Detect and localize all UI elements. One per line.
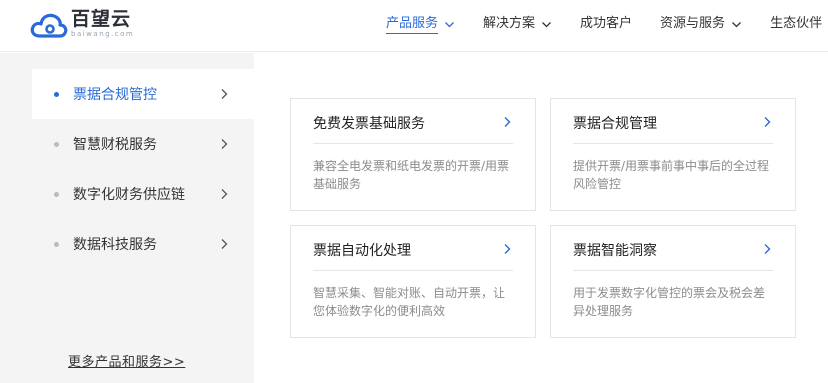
- nav-resources[interactable]: 资源与服务: [660, 15, 742, 33]
- bullet-dot: [54, 241, 59, 247]
- cloud-logo-icon: [30, 13, 68, 38]
- top-header: 百望云 baiwang.com 产品服务 解决方案 成功客户 资源与服务 生态伙…: [0, 0, 828, 52]
- product-cards-panel: 免费发票基础服务 兼容全电发票和纸电发票的开票/用票基础服务 票据合规管理 提供…: [254, 53, 828, 383]
- chevron-right-icon: [221, 139, 228, 149]
- sidebar-item-label: 数据科技服务: [73, 237, 157, 253]
- sidebar-item-finance-tax[interactable]: 智慧财税服务: [32, 119, 254, 169]
- product-card-insight[interactable]: 票据智能洞察 用于发票数字化管控的票会及税会差异处理服务: [550, 225, 796, 338]
- sidebar-item-compliance[interactable]: 票据合规管控: [32, 69, 254, 119]
- card-divider: [313, 270, 513, 271]
- sidebar-item-label: 智慧财税服务: [73, 137, 157, 153]
- more-products-link[interactable]: 更多产品和服务>>: [68, 351, 185, 370]
- card-divider: [313, 143, 513, 144]
- sidebar-item-label: 票据合规管控: [73, 87, 157, 103]
- chevron-down-icon: [542, 21, 551, 27]
- chevron-right-icon: [221, 189, 228, 199]
- brand-domain: baiwang.com: [71, 30, 135, 38]
- nav-products-label: 产品服务: [386, 15, 439, 34]
- sidebar-item-supply-chain[interactable]: 数字化财务供应链: [32, 169, 254, 219]
- nav-resources-label: 资源与服务: [660, 16, 726, 31]
- product-card-free-invoice[interactable]: 免费发票基础服务 兼容全电发票和纸电发票的开票/用票基础服务: [290, 98, 536, 211]
- chevron-right-icon: [764, 244, 771, 254]
- chevron-right-icon: [504, 117, 511, 127]
- card-divider: [573, 270, 773, 271]
- chevron-down-icon: [732, 21, 742, 27]
- sidebar-item-data-tech[interactable]: 数据科技服务: [32, 219, 254, 269]
- nav-customers-label: 成功客户: [580, 16, 633, 31]
- card-title: 票据自动化处理: [313, 243, 411, 259]
- card-description: 用于发票数字化管控的票会及税会差异处理服务: [573, 286, 766, 318]
- chevron-down-icon: [445, 21, 454, 27]
- card-title: 票据智能洞察: [573, 243, 657, 259]
- product-category-sidebar: 票据合规管控 智慧财税服务 数字化财务供应链 数据科技服务 更多产品和服务>>: [0, 53, 254, 383]
- chevron-right-icon: [221, 239, 228, 249]
- nav-customers[interactable]: 成功客户: [580, 15, 632, 33]
- product-card-compliance-mgmt[interactable]: 票据合规管理 提供开票/用票事前事中事后的全过程风险管控: [550, 98, 796, 211]
- sidebar-item-label: 数字化财务供应链: [73, 187, 185, 203]
- chevron-right-icon: [764, 117, 771, 127]
- nav-partners[interactable]: 生态伙伴: [770, 15, 828, 33]
- card-description: 提供开票/用票事前事中事后的全过程风险管控: [573, 159, 770, 191]
- brand-name: 百望云: [71, 8, 132, 30]
- nav-solutions[interactable]: 解决方案: [483, 15, 552, 33]
- bullet-dot: [54, 191, 59, 197]
- card-title: 免费发票基础服务: [313, 116, 425, 132]
- card-description: 兼容全电发票和纸电发票的开票/用票基础服务: [313, 159, 510, 191]
- card-description: 智慧采集、智能对账、自动开票，让您体验数字化的便利高效: [313, 286, 506, 318]
- nav-products[interactable]: 产品服务: [386, 15, 455, 34]
- chevron-right-icon: [504, 244, 511, 254]
- nav-partners-label: 生态伙伴: [770, 16, 823, 31]
- product-card-automation[interactable]: 票据自动化处理 智慧采集、智能对账、自动开票，让您体验数字化的便利高效: [290, 225, 536, 338]
- bullet-dot: [54, 141, 59, 147]
- main-nav: 产品服务 解决方案 成功客户 资源与服务 生态伙伴: [386, 0, 828, 48]
- brand-logo[interactable]: 百望云 baiwang.com: [30, 8, 134, 44]
- card-title: 票据合规管理: [573, 116, 657, 132]
- card-divider: [573, 143, 773, 144]
- bullet-dot: [54, 91, 59, 97]
- chevron-right-icon: [221, 89, 228, 99]
- nav-solutions-label: 解决方案: [483, 16, 536, 31]
